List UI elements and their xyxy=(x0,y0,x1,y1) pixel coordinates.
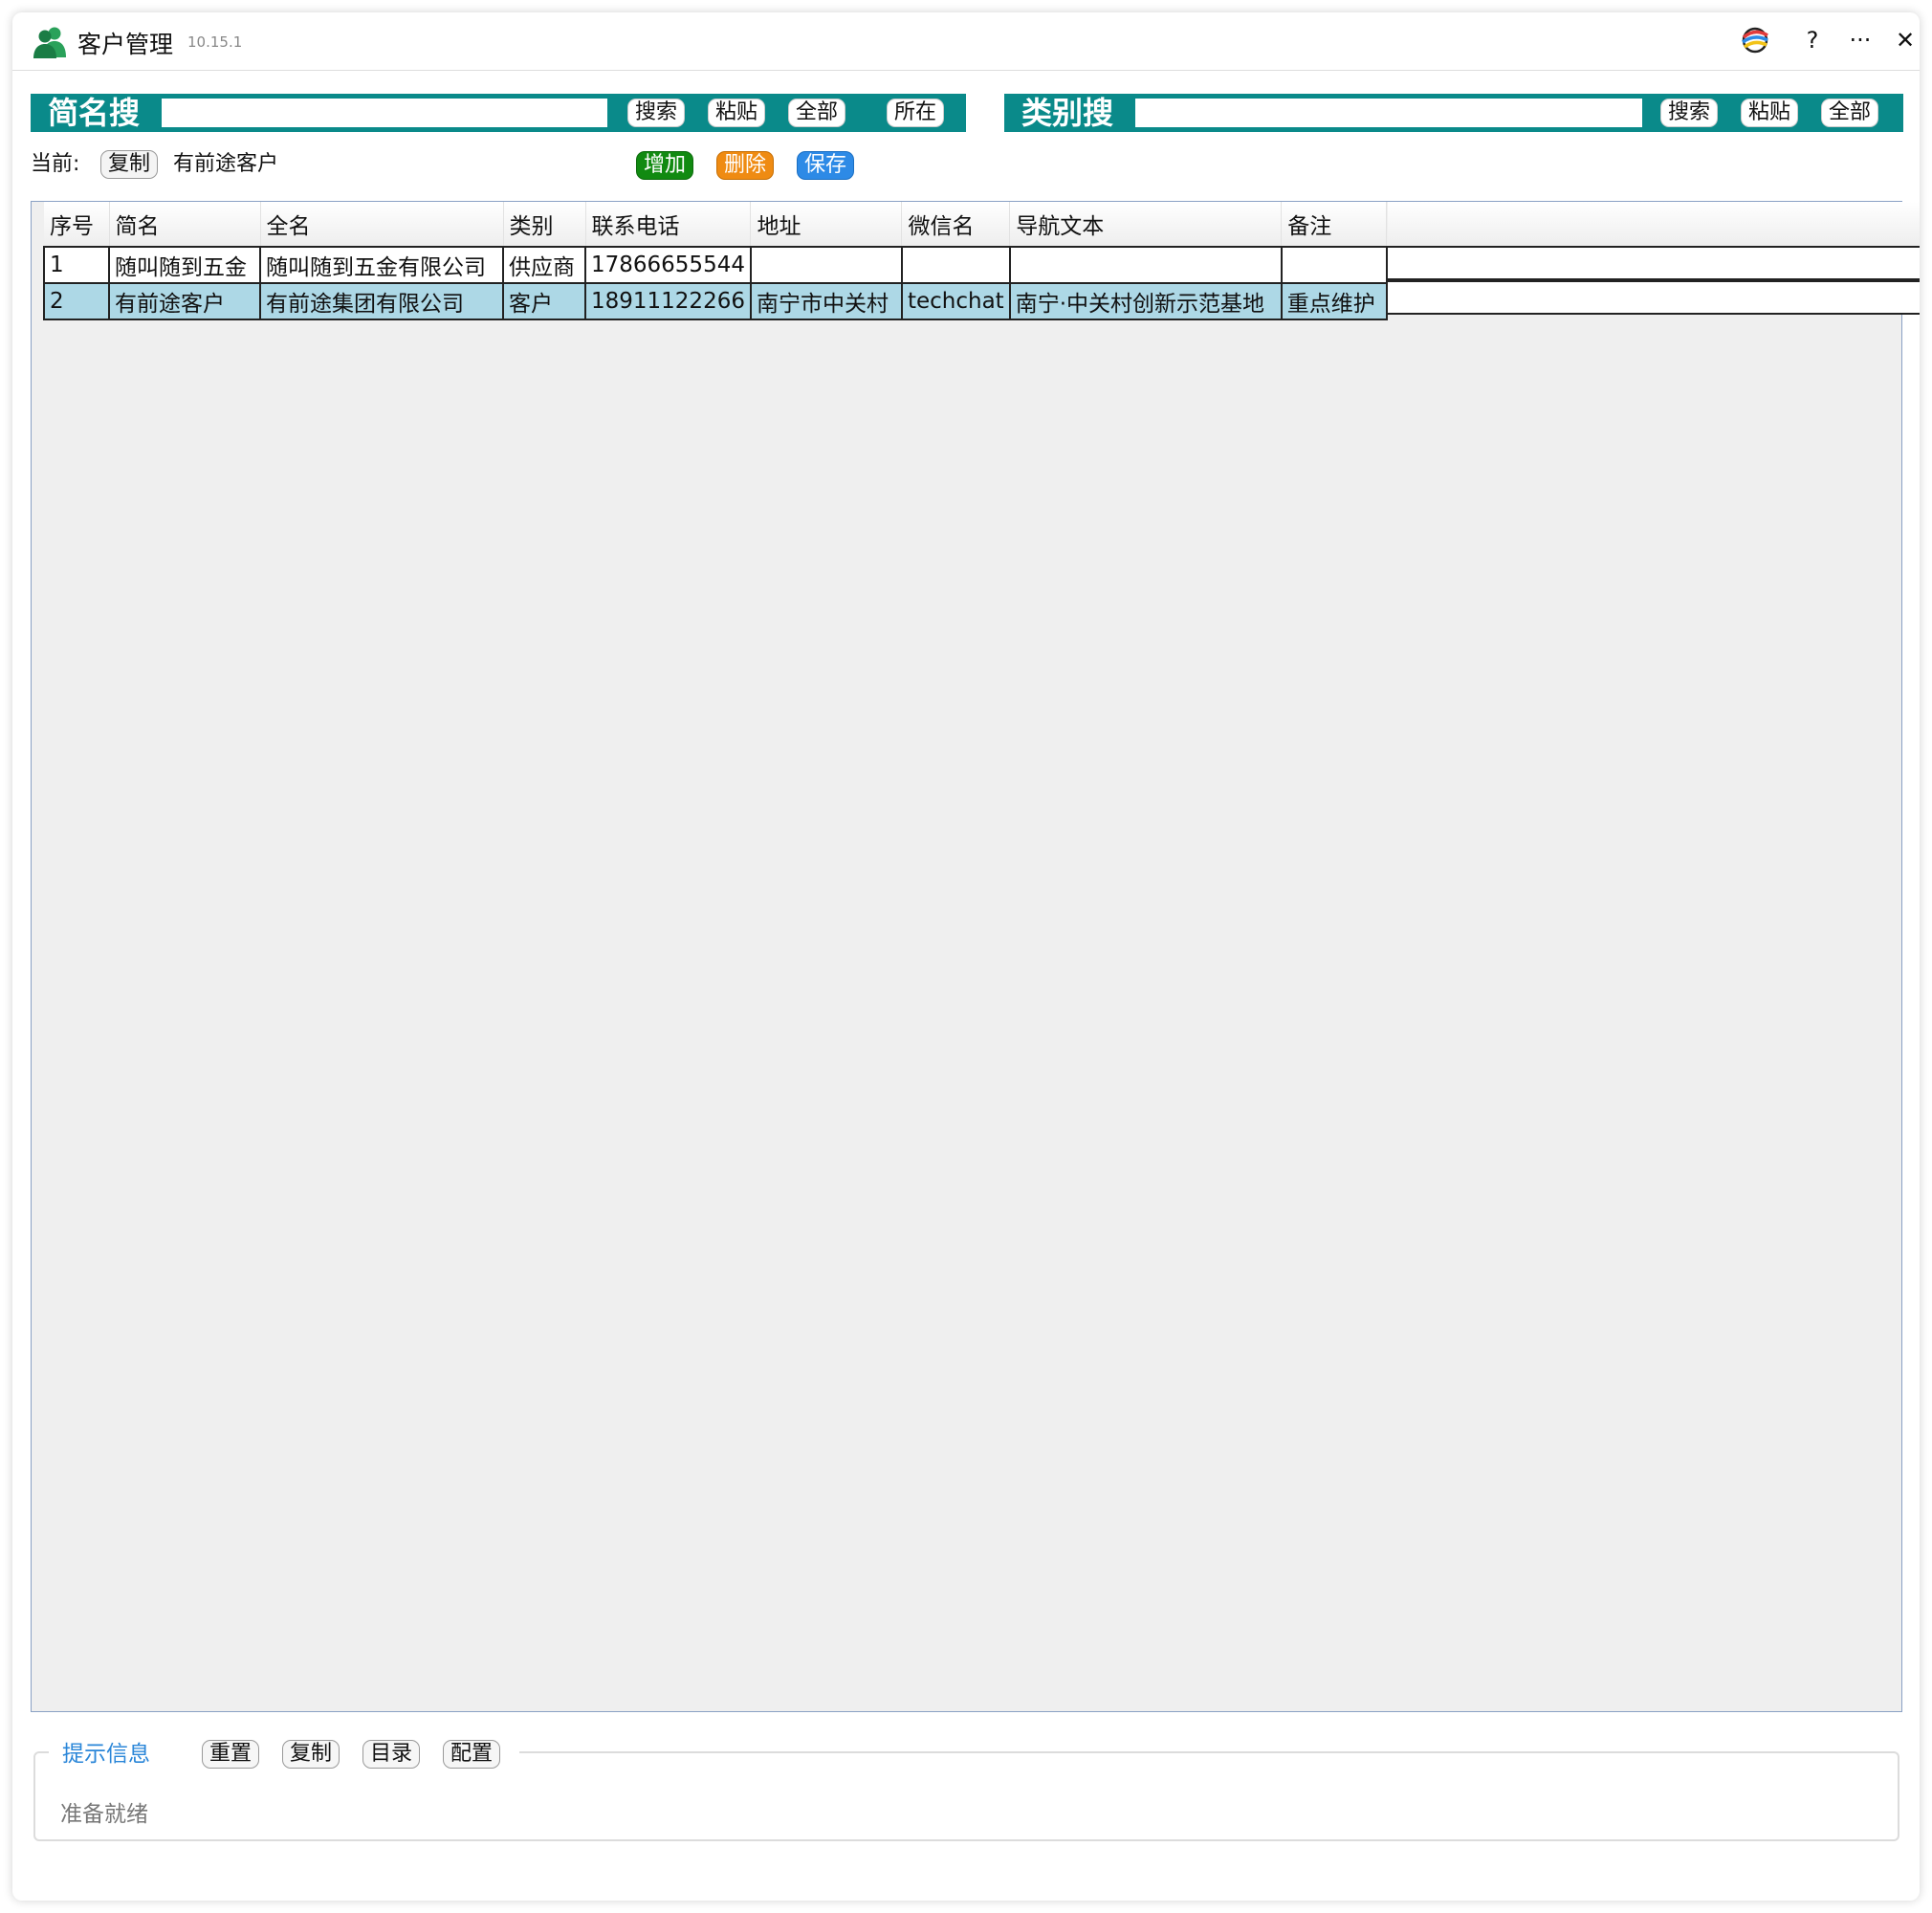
short-search-button[interactable]: 搜索 xyxy=(627,99,686,127)
category-all-button[interactable]: 全部 xyxy=(1821,99,1879,127)
color-globe-icon[interactable] xyxy=(1739,24,1771,56)
close-icon[interactable]: ✕ xyxy=(1889,26,1920,55)
title-bar: 客户管理 10.15.1 ? ··· ✕ xyxy=(12,12,1920,71)
customer-grid[interactable]: 序号 简名 全名 类别 联系电话 地址 微信名 导航文本 备注 1 随叫随到五金… xyxy=(31,201,1920,1712)
row-1-filler xyxy=(1388,246,1920,280)
customer-management-window: 客户管理 10.15.1 ? ··· ✕ 简名搜 搜索 粘贴 全部 所在 类别搜… xyxy=(12,12,1920,1901)
status-copy-button[interactable]: 复制 xyxy=(282,1740,340,1769)
table-cell[interactable]: 客户 xyxy=(502,282,586,320)
table-row[interactable]: 1 随叫随到五金 随叫随到五金有限公司 供应商 17866655544 xyxy=(43,246,1388,284)
table-cell[interactable]: 18911122266 xyxy=(584,282,752,320)
short-name-search-bar: 简名搜 搜索 粘贴 全部 所在 xyxy=(31,94,966,132)
grid-header-filler xyxy=(1388,202,1920,247)
reset-button[interactable]: 重置 xyxy=(202,1740,260,1769)
locate-button[interactable]: 所在 xyxy=(887,99,945,127)
users-icon xyxy=(33,27,66,58)
table-cell[interactable]: 重点维护 xyxy=(1280,282,1388,320)
column-header[interactable]: 微信名 xyxy=(901,202,1011,248)
column-header[interactable]: 备注 xyxy=(1281,202,1388,248)
short-paste-button[interactable]: 粘贴 xyxy=(708,99,766,127)
table-cell[interactable]: 2 xyxy=(43,282,110,320)
delete-button[interactable]: 删除 xyxy=(716,151,775,180)
row-2-filler xyxy=(1388,280,1920,315)
table-cell[interactable]: 有前途集团有限公司 xyxy=(259,282,504,320)
short-name-search-label: 简名搜 xyxy=(48,95,141,131)
table-header-row: 序号 简名 全名 类别 联系电话 地址 微信名 导航文本 备注 xyxy=(44,202,1388,248)
table-cell[interactable]: 供应商 xyxy=(502,246,586,284)
column-header[interactable]: 简名 xyxy=(109,202,261,248)
more-icon[interactable]: ··· xyxy=(1844,26,1877,55)
add-button[interactable]: 增加 xyxy=(636,151,694,180)
current-value: 有前途客户 xyxy=(173,152,279,176)
config-button[interactable]: 配置 xyxy=(443,1740,501,1769)
status-legend: 提示信息 xyxy=(62,1742,150,1767)
table-cell[interactable]: 随叫随到五金 xyxy=(108,246,261,284)
current-label: 当前: xyxy=(31,152,80,176)
column-header[interactable]: 类别 xyxy=(503,202,586,248)
column-header[interactable]: 地址 xyxy=(750,202,903,248)
table-cell[interactable]: 17866655544 xyxy=(584,246,752,284)
short-name-search-input[interactable] xyxy=(162,99,607,127)
help-icon[interactable]: ? xyxy=(1796,26,1829,55)
category-paste-button[interactable]: 粘贴 xyxy=(1741,99,1799,127)
table-cell[interactable] xyxy=(1280,246,1388,284)
window-title: 客户管理 xyxy=(77,31,174,58)
version-label: 10.15.1 xyxy=(187,33,243,51)
column-header[interactable]: 序号 xyxy=(44,202,110,248)
category-search-label: 类别搜 xyxy=(1021,95,1114,131)
directory-button[interactable]: 目录 xyxy=(362,1740,421,1769)
table-cell[interactable]: 1 xyxy=(43,246,110,284)
category-search-button[interactable]: 搜索 xyxy=(1660,99,1719,127)
copy-current-button[interactable]: 复制 xyxy=(100,150,159,179)
table-cell[interactable]: techchat xyxy=(900,282,1011,320)
column-header[interactable]: 全名 xyxy=(260,202,504,248)
table-cell[interactable] xyxy=(900,246,1011,284)
table-cell[interactable]: 随叫随到五金有限公司 xyxy=(259,246,504,284)
customer-table: 序号 简名 全名 类别 联系电话 地址 微信名 导航文本 备注 1 随叫随到五金… xyxy=(43,202,1388,320)
table-row-selected[interactable]: 2 有前途客户 有前途集团有限公司 客户 18911122266 南宁市中关村 … xyxy=(43,282,1388,320)
status-message: 准备就绪 xyxy=(60,1802,148,1827)
column-header[interactable]: 导航文本 xyxy=(1009,202,1283,248)
category-search-input[interactable] xyxy=(1135,99,1642,127)
save-button[interactable]: 保存 xyxy=(797,151,855,180)
table-cell[interactable] xyxy=(1008,246,1283,284)
short-all-button[interactable]: 全部 xyxy=(788,99,846,127)
table-cell[interactable]: 南宁·中关村创新示范基地 xyxy=(1008,282,1283,320)
category-search-bar: 类别搜 搜索 粘贴 全部 xyxy=(1004,94,1903,132)
table-cell[interactable]: 有前途客户 xyxy=(108,282,261,320)
column-header[interactable]: 联系电话 xyxy=(585,202,752,248)
table-cell[interactable] xyxy=(749,246,903,284)
table-cell[interactable]: 南宁市中关村 xyxy=(749,282,903,320)
